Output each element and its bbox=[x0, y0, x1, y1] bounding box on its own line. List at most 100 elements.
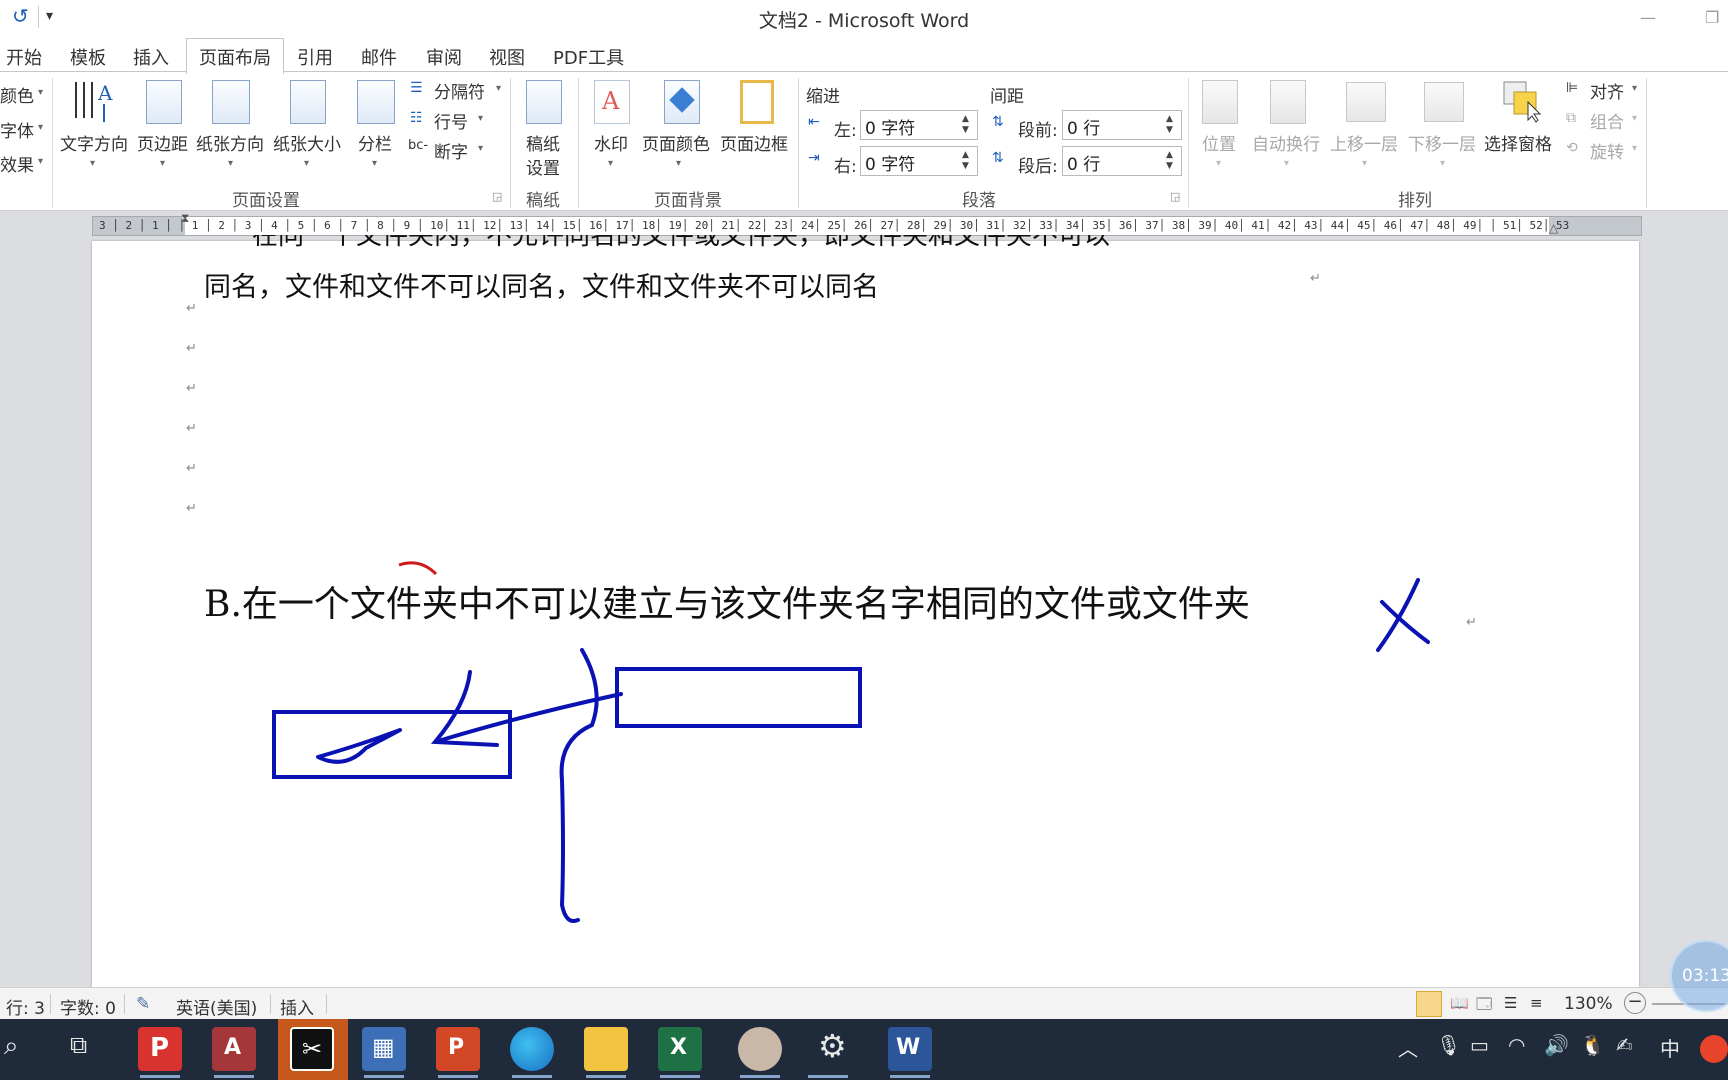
web-layout-icon[interactable]: 🗔 bbox=[1476, 994, 1492, 1019]
tab-mailings[interactable]: 邮件 bbox=[361, 44, 397, 70]
page-borders-button[interactable]: 页面边框 bbox=[720, 130, 788, 155]
tab-templates[interactable]: 模板 bbox=[70, 44, 106, 70]
dialog-launcher-icon[interactable]: ◲ bbox=[492, 190, 502, 203]
settings-icon[interactable]: ⚙ bbox=[818, 1027, 847, 1065]
spacing-after-input[interactable]: 0 行 bbox=[1062, 146, 1182, 176]
theme-effects-button[interactable]: 效果 bbox=[0, 151, 34, 176]
running-indicator bbox=[140, 1075, 180, 1078]
spacing-title: 间距 bbox=[990, 87, 1024, 107]
zoom-out-icon[interactable]: − bbox=[1624, 992, 1646, 1014]
send-backward-button[interactable]: 下移一层 bbox=[1408, 130, 1476, 155]
chevron-down-icon: ▾ bbox=[1284, 158, 1290, 169]
theme-fonts-button[interactable]: 字体 bbox=[0, 117, 34, 142]
running-indicator bbox=[808, 1075, 848, 1078]
margins-button[interactable]: 页边距 bbox=[137, 130, 188, 155]
tab-home[interactable]: 开始 bbox=[6, 44, 42, 70]
align-button[interactable]: 对齐 bbox=[1590, 78, 1624, 103]
indent-right-value: 0 字符 bbox=[865, 155, 916, 175]
text-direction-button[interactable]: 文字方向 bbox=[60, 130, 128, 155]
pdf-app-icon[interactable]: P bbox=[138, 1027, 182, 1071]
indent-right-input[interactable]: 0 字符 bbox=[860, 146, 978, 176]
draft-view-icon[interactable]: ≡ bbox=[1530, 994, 1543, 1012]
restore-icon[interactable]: ❐ bbox=[1705, 8, 1719, 27]
qq-icon[interactable]: 🐧 bbox=[1580, 1033, 1605, 1057]
wrap-text-button[interactable]: 自动换行 bbox=[1252, 130, 1320, 155]
spellcheck-icon[interactable]: ✎ bbox=[136, 994, 150, 1014]
spin-up-icon[interactable]: ▲ ▼ bbox=[962, 150, 969, 172]
rotate-button[interactable]: 旋转 bbox=[1590, 138, 1624, 163]
watermark-button[interactable]: 水印 bbox=[594, 130, 628, 155]
selection-pane-button[interactable]: 选择窗格 bbox=[1484, 130, 1552, 155]
line-numbers-button[interactable]: 行号 bbox=[434, 108, 468, 133]
print-layout-view-icon[interactable] bbox=[1416, 991, 1442, 1017]
position-button[interactable]: 位置 bbox=[1202, 130, 1236, 155]
bring-forward-button[interactable]: 上移一层 bbox=[1330, 130, 1398, 155]
running-indicator bbox=[740, 1075, 780, 1078]
hyphenation-button[interactable]: 断字 bbox=[434, 138, 468, 163]
columns-button[interactable]: 分栏 bbox=[358, 130, 392, 155]
spacing-before-input[interactable]: 0 行 bbox=[1062, 110, 1182, 140]
chevron-up-icon[interactable]: ︿ bbox=[1398, 1033, 1418, 1062]
right-indent-marker-icon[interactable]: △ bbox=[1549, 221, 1558, 235]
tab-insert[interactable]: 插入 bbox=[133, 44, 169, 70]
status-language[interactable]: 英语(美国) bbox=[176, 994, 257, 1019]
paragraph-mark: ↵ bbox=[186, 501, 197, 516]
status-divider bbox=[124, 994, 125, 1014]
paragraph-mark: ↵ bbox=[186, 301, 197, 316]
theme-colors-button[interactable]: 颜色 bbox=[0, 82, 34, 107]
running-indicator bbox=[438, 1075, 478, 1078]
horizontal-ruler[interactable]: 3 │ 2 │ 1 │ │ 1 │ 2 │ 3 │ 4 │ 5 │ 6 │ 7 … bbox=[92, 211, 1642, 236]
full-screen-reading-icon[interactable]: 📖 bbox=[1450, 994, 1469, 1012]
status-insert-mode[interactable]: 插入 bbox=[280, 994, 314, 1019]
document-page[interactable]: 在同一个文件夹内，不允许同名的文件或文件夹，即文件夹和文件夹不可以 同名，文件和… bbox=[92, 235, 1639, 987]
line-numbers-icon: ☷ bbox=[410, 110, 423, 126]
microphone-icon[interactable]: 🎙 bbox=[1436, 1033, 1461, 1057]
hyphenation-icon: bc- bbox=[408, 138, 429, 153]
outline-view-icon[interactable]: ☰ bbox=[1504, 994, 1517, 1012]
pen-icon[interactable]: ✍ bbox=[1616, 1033, 1633, 1057]
orientation-button[interactable]: 纸张方向 bbox=[196, 130, 264, 155]
breaks-button[interactable]: 分隔符 bbox=[434, 78, 485, 103]
indent-marker-icon[interactable]: ⧗ bbox=[181, 211, 189, 226]
battery-icon[interactable]: ▭ bbox=[1470, 1033, 1489, 1057]
status-line[interactable]: 行: 3 bbox=[6, 994, 45, 1019]
tab-review[interactable]: 审阅 bbox=[426, 44, 462, 70]
spin-up-icon[interactable]: ▲ ▼ bbox=[1166, 150, 1173, 172]
indent-left-input[interactable]: 0 字符 bbox=[860, 110, 978, 140]
edge-icon[interactable] bbox=[510, 1027, 554, 1071]
chevron-down-icon: ▾ bbox=[228, 158, 234, 169]
tab-pdf-tools[interactable]: PDF工具 bbox=[553, 44, 624, 70]
task-view-icon[interactable]: ⧉ bbox=[70, 1031, 87, 1059]
spacing-before-label: 段前: bbox=[1018, 121, 1058, 141]
excel-icon[interactable]: X bbox=[658, 1027, 702, 1071]
tab-references[interactable]: 引用 bbox=[297, 44, 333, 70]
dialog-launcher-icon[interactable]: ◲ bbox=[1170, 190, 1180, 203]
tab-view[interactable]: 视图 bbox=[489, 44, 525, 70]
capcut-icon[interactable]: ✂ bbox=[290, 1027, 334, 1071]
spin-up-icon[interactable]: ▲ ▼ bbox=[962, 114, 969, 136]
avatar-app-icon[interactable] bbox=[738, 1027, 782, 1071]
chevron-down-icon: ▾ bbox=[1440, 158, 1446, 169]
zoom-level[interactable]: 130% bbox=[1564, 994, 1613, 1014]
tab-page-layout[interactable]: 页面布局 bbox=[186, 38, 284, 74]
ime-indicator[interactable]: 中 bbox=[1660, 1033, 1680, 1062]
volume-icon[interactable]: 🔊 bbox=[1544, 1033, 1569, 1057]
word-icon[interactable]: W bbox=[888, 1027, 932, 1071]
calculator-icon[interactable]: ▦ bbox=[362, 1027, 406, 1071]
option-b-text: B.在一个文件夹中不可以建立与该文件夹名字相同的文件或文件夹 bbox=[204, 584, 1250, 625]
spin-up-icon[interactable]: ▲ ▼ bbox=[1166, 114, 1173, 136]
access-icon[interactable]: A bbox=[212, 1027, 256, 1071]
powerpoint-icon[interactable]: P bbox=[436, 1027, 480, 1071]
manuscript-settings-line2[interactable]: 设置 bbox=[526, 154, 560, 179]
page-color-button[interactable]: 页面颜色 bbox=[642, 130, 710, 155]
paper-size-button[interactable]: 纸张大小 bbox=[273, 130, 341, 155]
file-explorer-icon[interactable] bbox=[584, 1027, 628, 1071]
wifi-icon[interactable]: ◠ bbox=[1508, 1033, 1525, 1057]
sogou-ime-icon[interactable] bbox=[1700, 1035, 1728, 1063]
search-icon[interactable]: ⌕ bbox=[4, 1031, 19, 1062]
minimize-icon[interactable]: — bbox=[1640, 8, 1656, 27]
window-title: 文档2 - Microsoft Word bbox=[758, 10, 970, 32]
group-objects-button[interactable]: 组合 bbox=[1590, 108, 1624, 133]
manuscript-settings-line1[interactable]: 稿纸 bbox=[526, 130, 560, 155]
status-word-count[interactable]: 字数: 0 bbox=[60, 994, 116, 1019]
